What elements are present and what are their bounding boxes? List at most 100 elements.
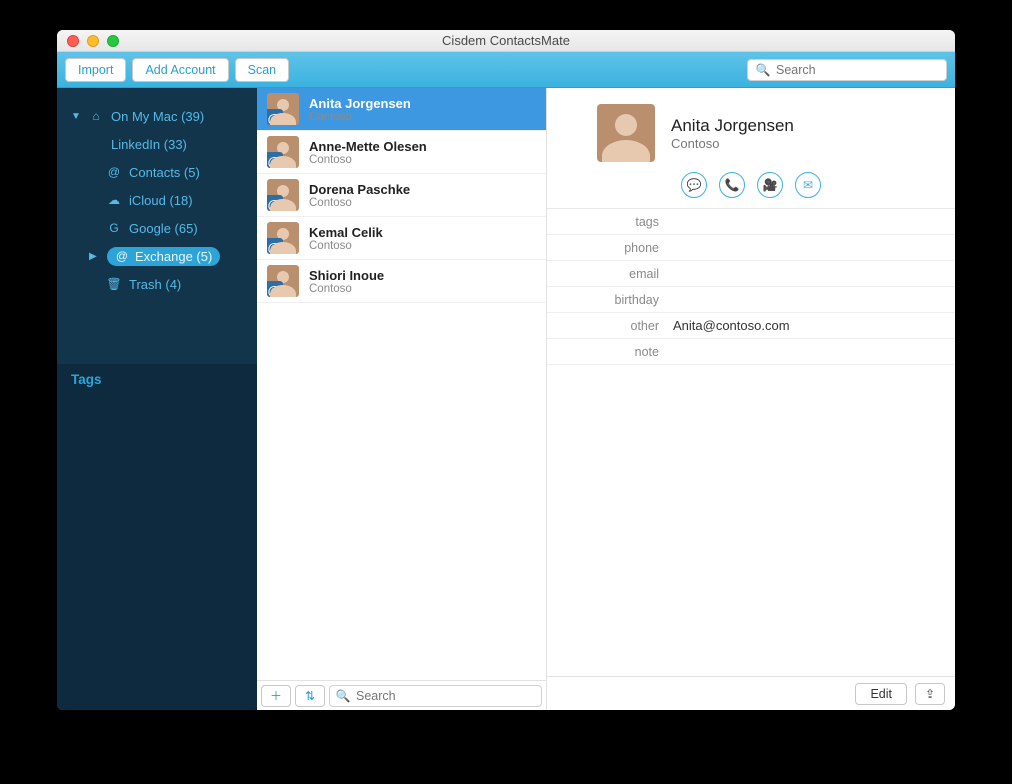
detail-field-row: phone	[547, 235, 955, 261]
avatar: @	[267, 265, 299, 297]
contact-name: Kemal Celik	[309, 225, 383, 240]
sort-icon: ⇅	[303, 689, 317, 703]
add-contact-button[interactable]: ＋	[261, 685, 291, 707]
contact-actions: 💬 📞 🎥 ✉	[547, 168, 955, 208]
detail-header: Anita Jorgensen Contoso	[547, 88, 955, 168]
detail-field-row: birthday	[547, 287, 955, 313]
sidebar-item-label: Trash (4)	[129, 277, 181, 292]
cloud-icon: ☁	[107, 193, 121, 207]
mail-button[interactable]: ✉	[795, 172, 821, 198]
field-label: note	[547, 345, 667, 359]
at-icon: @	[115, 249, 129, 263]
contact-list-item[interactable]: @ Shiori InoueContoso	[257, 260, 546, 303]
sidebar: ▼⌂On My Mac (39) LinkedIn (33) @ Contacts (…	[57, 88, 257, 710]
tags-section-header[interactable]: Tags	[57, 364, 257, 396]
message-icon: 💬	[687, 178, 701, 192]
contact-list: @ Anita Jorgensen Contoso @ Anne-Mette Olese…	[257, 88, 546, 680]
sidebar-item[interactable]: @ Contacts (5)	[83, 158, 249, 186]
avatar: @	[267, 136, 299, 168]
contact-list-item[interactable]: @ Anne-Mette OlesenContoso	[257, 131, 546, 174]
detail-fields: tagsphoneemailbirthdayotherAnita@contoso…	[547, 208, 955, 365]
contact-name: Anne-Mette Olesen	[309, 139, 427, 154]
field-label: email	[547, 267, 667, 281]
detail-field-row: email	[547, 261, 955, 287]
disclosure-triangle-icon: ▼	[71, 111, 81, 122]
scan-button[interactable]: Scan	[235, 58, 290, 82]
detail-field-row: note	[547, 339, 955, 365]
contact-name: Dorena Paschke	[309, 182, 410, 197]
sidebar-item[interactable]: 🗑 Trash (4)	[83, 270, 249, 298]
share-icon: ⇪	[923, 687, 937, 701]
contact-name: Shiori Inoue	[309, 268, 384, 283]
phone-icon: 📞	[725, 178, 739, 192]
at-badge-icon: @	[267, 281, 283, 297]
sidebar-item-label: iCloud (18)	[129, 193, 193, 208]
list-search[interactable]: 🔍	[329, 685, 542, 707]
search-icon: 🔍	[756, 63, 770, 77]
sidebar-item-label: Google (65)	[129, 221, 198, 236]
video-icon: 🎥	[763, 178, 777, 192]
trash-icon: 🗑	[107, 277, 121, 291]
sidebar-item-selected: @ Exchange (5)	[107, 247, 220, 266]
contact-list-item[interactable]: @Anita JorgensenContoso	[257, 88, 546, 131]
at-icon: @	[107, 165, 121, 179]
detail-field-row: tags	[547, 209, 955, 235]
avatar: @	[267, 179, 299, 211]
import-button[interactable]: Import	[65, 58, 126, 82]
contact-company: Contoso	[309, 283, 384, 295]
contact-company: Contoso	[309, 197, 410, 209]
app-window: Cisdem ContactsMate Import Add Account S…	[57, 30, 955, 710]
sort-button[interactable]: ⇅	[295, 685, 325, 707]
search-icon: 🔍	[336, 689, 350, 703]
at-badge-icon: @	[267, 195, 283, 211]
contact-detail-pane: Anita Jorgensen Contoso 💬 📞 🎥 ✉ tags phon…	[547, 88, 955, 710]
zoom-window-button[interactable]	[107, 35, 119, 47]
sidebar-item-label: Contacts (5)	[129, 165, 200, 180]
message-button[interactable]: 💬	[681, 172, 707, 198]
contact-name: Anita Jorgensen	[671, 116, 794, 136]
contact-name: Anita Jorgensen	[309, 96, 411, 111]
sidebar-item[interactable]: ☁ iCloud (18)	[83, 186, 249, 214]
contact-company: Contoso	[309, 154, 427, 166]
contact-company: Contoso	[309, 240, 383, 252]
sidebar-item[interactable]: GGoogle (65)	[83, 214, 249, 242]
edit-button[interactable]: Edit	[855, 683, 907, 705]
avatar: @	[267, 222, 299, 254]
contact-list-item[interactable]: @ Kemal CelikContoso	[257, 217, 546, 260]
minimize-window-button[interactable]	[87, 35, 99, 47]
video-button[interactable]: 🎥	[757, 172, 783, 198]
close-window-button[interactable]	[67, 35, 79, 47]
list-search-input[interactable]	[356, 689, 535, 703]
toolbar-search-input[interactable]	[776, 63, 938, 77]
content: ▼⌂On My Mac (39) LinkedIn (33) @ Contacts (…	[57, 88, 955, 710]
list-footer: ＋ ⇅ 🔍	[257, 680, 546, 710]
at-badge-icon: @	[267, 152, 283, 168]
sidebar-item[interactable]: ▶ @ Exchange (5)	[83, 242, 249, 270]
field-label: phone	[547, 241, 667, 255]
toolbar: Import Add Account Scan 🔍	[57, 52, 955, 88]
sidebar-item[interactable]: ▼⌂On My Mac (39)	[65, 102, 249, 130]
field-label: other	[547, 319, 667, 333]
share-button[interactable]: ⇪	[915, 683, 945, 705]
add-account-button[interactable]: Add Account	[132, 58, 228, 82]
sidebar-item[interactable]: LinkedIn (33)	[87, 130, 249, 158]
contact-list-item[interactable]: @ Dorena PaschkeContoso	[257, 174, 546, 217]
avatar: @	[267, 93, 299, 125]
disclosure-triangle-icon: ▶	[89, 251, 99, 262]
tags-section	[57, 396, 257, 710]
at-badge-icon: @	[267, 238, 283, 254]
mail-icon: ✉	[801, 178, 815, 192]
detail-field-row: otherAnita@contoso.com	[547, 313, 955, 339]
plus-icon: ＋	[269, 689, 283, 703]
sidebar-item-label: Exchange (5)	[135, 249, 212, 264]
contact-avatar	[597, 104, 655, 162]
call-button[interactable]: 📞	[719, 172, 745, 198]
contact-list-pane: @ Anita Jorgensen Contoso @ Anne-Mette Olese…	[257, 88, 547, 710]
field-label: tags	[547, 215, 667, 229]
detail-footer: Edit ⇪	[547, 676, 955, 710]
sidebar-item-label: On My Mac (39)	[111, 109, 204, 124]
toolbar-search[interactable]: 🔍	[747, 59, 947, 81]
titlebar: Cisdem ContactsMate	[57, 30, 955, 52]
sidebar-item-label: LinkedIn (33)	[111, 137, 187, 152]
field-value: Anita@contoso.com	[667, 318, 955, 333]
